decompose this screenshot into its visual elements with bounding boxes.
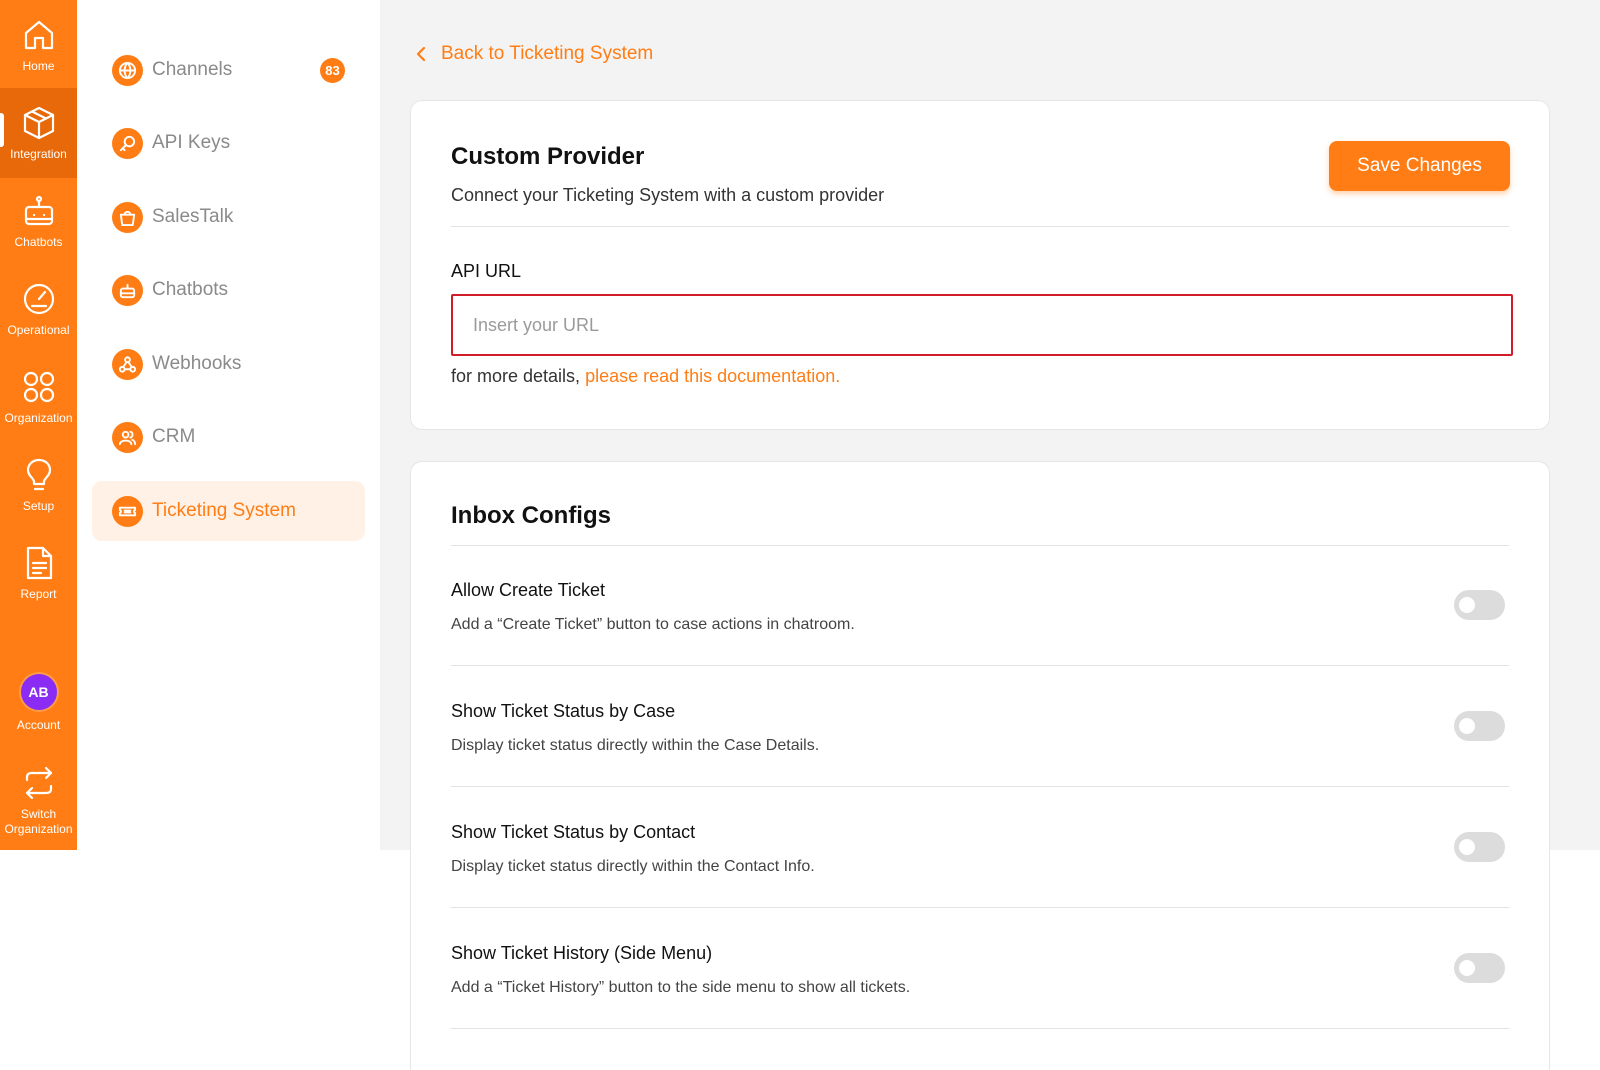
- help-text: for more details, please read this docum…: [451, 366, 840, 387]
- subnav-item-salestalk[interactable]: SalesTalk: [92, 187, 365, 247]
- nav-switch-organization[interactable]: Switch Organization: [0, 752, 77, 850]
- nav-label: Organization: [4, 410, 73, 425]
- toggle-knob: [1459, 718, 1475, 734]
- subnav-item-channels[interactable]: Channels 83: [92, 40, 365, 100]
- subnav-item-chatbots[interactable]: Chatbots: [92, 260, 365, 320]
- nav-label: Integration: [10, 146, 67, 161]
- robot-icon: [112, 274, 143, 306]
- setting-row: Show Ticket Status by Contact Display ti…: [451, 788, 1509, 908]
- divider: [451, 1028, 1509, 1029]
- setting-description: Display ticket status directly within th…: [451, 737, 820, 754]
- subnav-item-crm[interactable]: CRM: [92, 407, 365, 467]
- subnav-item-webhooks[interactable]: Webhooks: [92, 334, 365, 394]
- users-icon: [112, 421, 143, 453]
- nav-setup[interactable]: Setup: [0, 440, 77, 530]
- save-changes-button[interactable]: Save Changes: [1329, 141, 1510, 191]
- card-title: Inbox Configs: [451, 502, 611, 529]
- custom-provider-card: Custom Provider Connect your Ticketing S…: [410, 100, 1550, 430]
- subnav-item-api-keys[interactable]: API Keys: [92, 113, 365, 173]
- card-title: Custom Provider: [451, 143, 645, 170]
- help-prefix: for more details,: [451, 366, 586, 386]
- divider: [451, 665, 1509, 666]
- nav-label: Switch Organization: [4, 807, 73, 836]
- nav-integration[interactable]: Integration: [0, 88, 77, 178]
- nav-label: Chatbots: [14, 234, 63, 249]
- integration-subnav: Channels 83 API Keys SalesTalk Chatbots …: [77, 0, 380, 850]
- setting-row: Show Ticket Status by Case Display ticke…: [451, 667, 1509, 787]
- setting-description: Add a “Create Ticket” button to case act…: [451, 616, 855, 633]
- setting-title: Show Ticket Status by Case: [451, 701, 676, 721]
- api-url-label: API URL: [451, 261, 522, 281]
- setting-row: Show Ticket History (Side Menu) Add a “T…: [451, 909, 1509, 1029]
- subnav-item-ticketing-system[interactable]: Ticketing System: [92, 481, 365, 541]
- documentation-link[interactable]: please read this documentation.: [585, 366, 840, 386]
- subnav-item-label: API Keys: [152, 132, 231, 153]
- setting-title: Show Ticket History (Side Menu): [451, 943, 713, 963]
- webhook-icon: [112, 348, 143, 380]
- robot-icon: [24, 195, 53, 225]
- toggle-knob: [1459, 839, 1475, 855]
- ticket-icon: [112, 495, 143, 527]
- subnav-item-label: Channels: [152, 59, 233, 80]
- switch-arrows-icon: [25, 766, 52, 800]
- count-badge: 83: [320, 58, 345, 83]
- nav-label: Setup: [22, 498, 55, 513]
- setting-description: Add a “Ticket History” button to the sid…: [451, 979, 911, 996]
- nav-operational[interactable]: Operational: [0, 264, 77, 354]
- avatar: AB: [18, 671, 59, 712]
- nav-chatbots[interactable]: Chatbots: [0, 176, 77, 266]
- subnav-item-label: SalesTalk: [152, 206, 234, 227]
- subnav-item-label: CRM: [152, 426, 196, 447]
- toggle-knob: [1459, 960, 1475, 976]
- key-icon: [112, 127, 143, 159]
- setting-row: Allow Create Ticket Add a “Create Ticket…: [451, 546, 1509, 666]
- back-link-label: Back to Ticketing System: [441, 43, 654, 64]
- inbox-configs-card: Inbox Configs Allow Create Ticket Add a …: [410, 461, 1550, 1070]
- nav-home[interactable]: Home: [0, 0, 77, 90]
- nav-report[interactable]: Report: [0, 528, 77, 618]
- divider: [451, 786, 1509, 787]
- nav-label: Home: [22, 58, 55, 73]
- allow-create-ticket-toggle[interactable]: [1454, 590, 1505, 620]
- setting-description: Display ticket status directly within th…: [451, 858, 815, 875]
- ticket-history-toggle[interactable]: [1454, 953, 1505, 983]
- nav-rail-bottom: AB Account Switch Organization: [0, 652, 77, 850]
- nav-label: Operational: [7, 322, 70, 337]
- setting-title: Allow Create Ticket: [451, 580, 606, 600]
- ticket-status-by-contact-toggle[interactable]: [1454, 832, 1505, 862]
- nav-label: Report: [20, 586, 57, 601]
- shopping-bag-icon: [112, 201, 143, 233]
- subnav-item-label: Webhooks: [152, 353, 242, 374]
- card-subtitle: Connect your Ticketing System with a cus…: [451, 185, 885, 205]
- divider: [451, 907, 1509, 908]
- chevron-left-icon: [416, 46, 426, 62]
- divider: [451, 226, 1509, 227]
- setting-title: Show Ticket Status by Contact: [451, 822, 696, 842]
- gauge-icon: [23, 283, 54, 314]
- nav-label: Account: [16, 717, 61, 732]
- api-url-input[interactable]: [451, 294, 1513, 356]
- ticket-status-by-case-toggle[interactable]: [1454, 711, 1505, 741]
- main-nav-rail: Home Integration Chatbots Operational Or…: [0, 0, 77, 850]
- subnav-item-label: Ticketing System: [152, 500, 296, 521]
- four-circles-icon: [23, 371, 54, 402]
- subnav-item-label: Chatbots: [152, 279, 229, 300]
- globe-icon: [112, 54, 143, 86]
- cube-icon: [23, 106, 54, 139]
- nav-organization[interactable]: Organization: [0, 352, 77, 442]
- document-icon: [26, 546, 52, 579]
- home-icon: [24, 20, 53, 49]
- nav-account[interactable]: AB Account: [0, 652, 77, 752]
- toggle-knob: [1459, 597, 1475, 613]
- back-link[interactable]: Back to Ticketing System: [413, 43, 653, 65]
- lightbulb-icon: [26, 458, 51, 490]
